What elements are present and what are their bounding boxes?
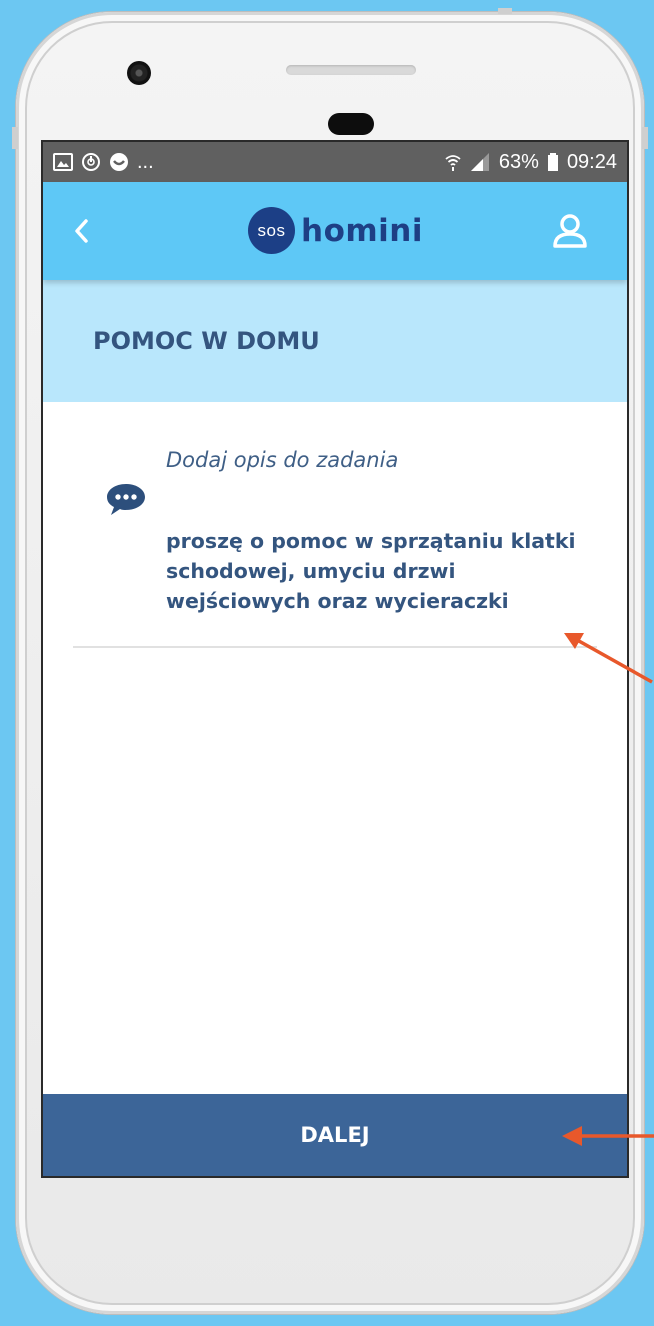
description-label: Dodaj opis do zadania	[166, 448, 399, 472]
phone-left-button	[12, 127, 18, 149]
speech-bubble-icon	[107, 484, 145, 515]
section-title: POMOC W DOMU	[93, 327, 320, 355]
annotation-arrow-description	[564, 633, 653, 684]
status-bar-notifications: ...	[53, 151, 154, 174]
next-button[interactable]: DALEJ	[43, 1094, 627, 1176]
battery-percent: 63%	[498, 150, 539, 173]
clock: 09:24	[566, 150, 617, 173]
annotation-arrow-next-button	[562, 1126, 654, 1146]
logo-name: homini	[301, 212, 423, 249]
profile-button[interactable]	[551, 212, 589, 250]
user-icon	[553, 214, 587, 248]
front-camera	[127, 61, 151, 85]
wifi-icon	[445, 152, 461, 172]
earpiece-speaker	[286, 65, 416, 75]
app-notification-icon	[109, 152, 129, 172]
phone-top-button	[498, 8, 512, 14]
section-header: POMOC W DOMU	[43, 280, 627, 402]
description-input[interactable]: proszę o pomoc w sprzątaniu klatki schod…	[166, 526, 576, 616]
description-field[interactable]: Dodaj opis do zadania proszę o pomoc w s…	[43, 402, 627, 648]
phone-screen: ... 63% 09:24 sos homini POMOC W DOMU Do…	[43, 142, 627, 1176]
description-underline	[73, 646, 597, 648]
app-logo: sos homini	[248, 207, 423, 254]
phone-right-button	[642, 127, 648, 149]
back-button[interactable]	[73, 216, 97, 246]
logo-badge: sos	[248, 207, 295, 254]
status-bar-system: 63% 09:24	[445, 151, 617, 174]
signal-icon	[469, 152, 491, 172]
more-notifications: ...	[137, 150, 154, 173]
app-bar: sos homini	[43, 182, 627, 280]
status-bar: ... 63% 09:24	[43, 142, 627, 182]
proximity-sensor	[328, 113, 374, 135]
power-notification-icon	[81, 152, 101, 172]
battery-icon	[547, 152, 559, 172]
chevron-left-icon	[75, 219, 88, 243]
image-notification-icon	[53, 153, 73, 171]
